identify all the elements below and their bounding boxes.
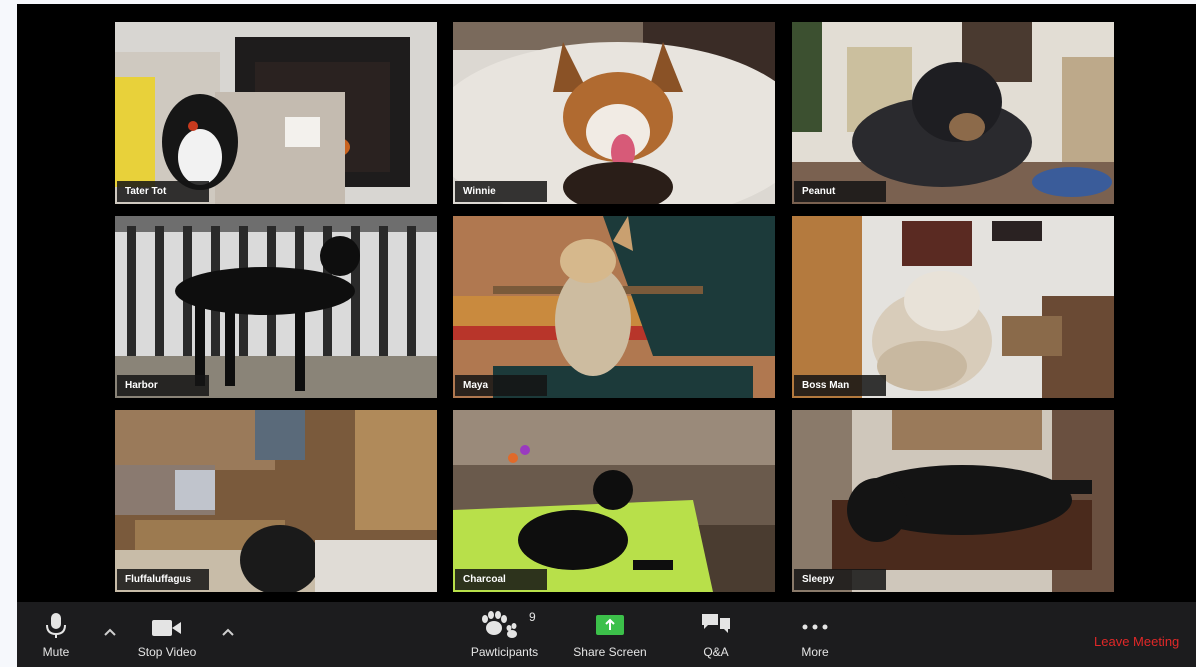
video-options-chevron-up-icon[interactable]: [221, 624, 235, 640]
participants-button[interactable]: 9 Pawticipants: [457, 610, 552, 666]
participant-name: Harbor: [117, 375, 209, 396]
participants-label: Pawticipants: [470, 645, 539, 659]
video-feed: [792, 216, 1114, 398]
video-feed: [115, 410, 437, 592]
paw-print-icon: 9: [457, 610, 552, 640]
video-tile-sleepy[interactable]: Sleepy: [792, 410, 1114, 592]
participant-name: Boss Man: [794, 375, 886, 396]
microphone-icon: [29, 610, 83, 640]
meeting-window: Tater Tot Winnie Peanut Harbor Maya Boss…: [17, 4, 1196, 667]
more-button[interactable]: More: [791, 610, 839, 666]
leave-meeting-button[interactable]: Leave Meeting: [1094, 634, 1179, 649]
participants-count-badge: 9: [529, 610, 536, 624]
video-grid: Tater Tot Winnie Peanut Harbor Maya Boss…: [17, 4, 1196, 602]
video-tile-fluffaluffagus[interactable]: Fluffaluffagus: [115, 410, 437, 592]
mute-button[interactable]: Mute: [29, 610, 83, 666]
video-feed: [792, 22, 1114, 204]
video-tile-charcoal[interactable]: Charcoal: [453, 410, 775, 592]
stop-video-label: Stop Video: [137, 645, 197, 659]
chat-bubbles-icon: [693, 610, 739, 640]
audio-options-chevron-up-icon[interactable]: [103, 624, 117, 640]
meeting-toolbar: Mute Stop Video 9 Pawticipants Share Scr…: [17, 602, 1196, 667]
video-tile-winnie[interactable]: Winnie: [453, 22, 775, 204]
video-tile-boss-man[interactable]: Boss Man: [792, 216, 1114, 398]
participant-name: Sleepy: [794, 569, 886, 590]
video-camera-icon: [125, 610, 209, 640]
video-feed: [453, 22, 775, 204]
video-tile-tater-tot[interactable]: Tater Tot: [115, 22, 437, 204]
more-label: More: [801, 645, 829, 659]
video-feed: [792, 410, 1114, 592]
participant-name: Fluffaluffagus: [117, 569, 209, 590]
stop-video-button[interactable]: Stop Video: [125, 610, 209, 666]
ellipsis-icon: [791, 610, 839, 640]
video-tile-peanut[interactable]: Peanut: [792, 22, 1114, 204]
participant-name: Peanut: [794, 181, 886, 202]
qa-button[interactable]: Q&A: [693, 610, 739, 666]
share-screen-label: Share Screen: [573, 645, 647, 659]
video-tile-harbor[interactable]: Harbor: [115, 216, 437, 398]
video-tile-maya[interactable]: Maya: [453, 216, 775, 398]
participant-name: Charcoal: [455, 569, 547, 590]
qa-label: Q&A: [703, 645, 729, 659]
video-feed: [453, 410, 775, 592]
share-screen-button[interactable]: Share Screen: [562, 610, 658, 666]
mute-label: Mute: [42, 645, 70, 659]
participant-name: Winnie: [455, 181, 547, 202]
video-feed: [115, 22, 437, 204]
video-feed: [115, 216, 437, 398]
share-screen-icon: [562, 610, 658, 640]
participant-name: Maya: [455, 375, 547, 396]
participant-name: Tater Tot: [117, 181, 209, 202]
video-feed: [453, 216, 775, 398]
